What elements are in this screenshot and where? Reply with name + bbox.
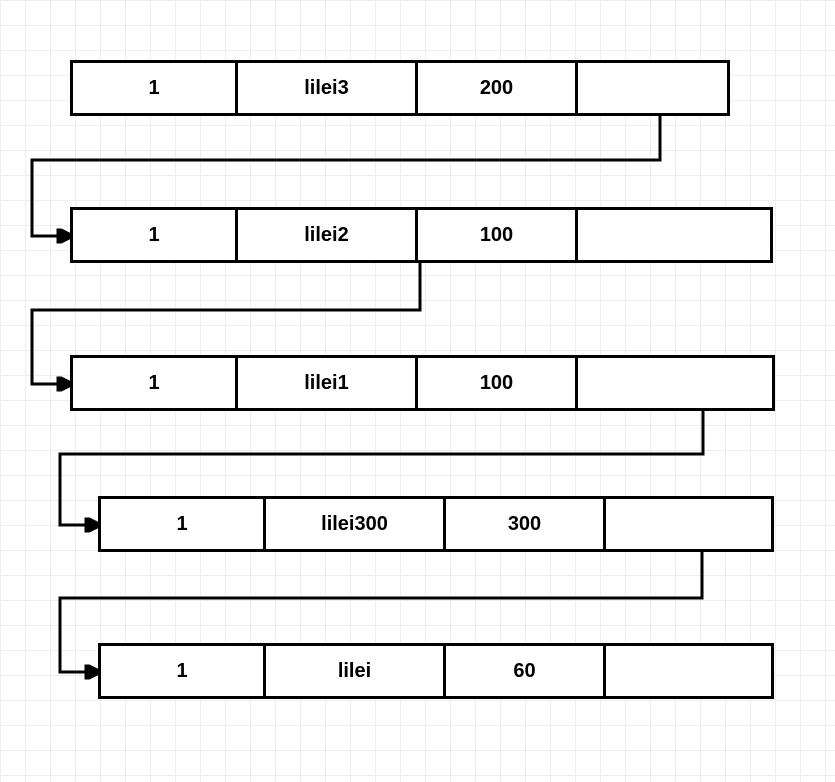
node-id-cell: 1: [101, 499, 266, 549]
linked-list-node: 1lilei1100: [70, 355, 775, 411]
node-next-pointer-cell: [606, 499, 771, 549]
node-next-pointer-cell: [578, 358, 772, 408]
node-id-cell: 1: [73, 358, 238, 408]
node-value-cell: 200: [418, 63, 578, 113]
node-next-pointer-cell: [578, 63, 727, 113]
node-value-cell: 60: [446, 646, 606, 696]
node-id-cell: 1: [73, 63, 238, 113]
node-name-cell: lilei3: [238, 63, 418, 113]
node-name-cell: lilei: [266, 646, 446, 696]
node-value-cell: 100: [418, 358, 578, 408]
node-name-cell: lilei2: [238, 210, 418, 260]
node-id-cell: 1: [73, 210, 238, 260]
node-id-cell: 1: [101, 646, 266, 696]
linked-list-node: 1lilei3200: [70, 60, 730, 116]
node-next-pointer-cell: [606, 646, 771, 696]
node-value-cell: 100: [418, 210, 578, 260]
node-value-cell: 300: [446, 499, 606, 549]
node-name-cell: lilei1: [238, 358, 418, 408]
linked-list-node: 1lilei60: [98, 643, 774, 699]
node-next-pointer-cell: [578, 210, 770, 260]
node-name-cell: lilei300: [266, 499, 446, 549]
linked-list-node: 1lilei2100: [70, 207, 773, 263]
linked-list-node: 1lilei300300: [98, 496, 774, 552]
